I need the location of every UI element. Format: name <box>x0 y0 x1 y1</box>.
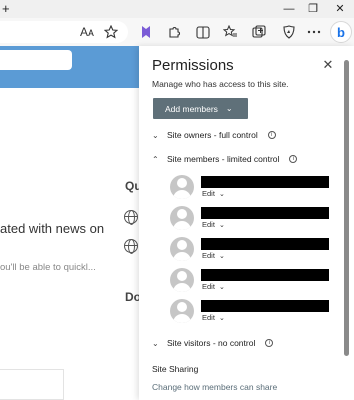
globe-icon <box>124 210 138 225</box>
permissions-panel: Permissions ✕ Manage who has access to t… <box>139 46 354 400</box>
site-sharing-link[interactable]: Change how members can share <box>152 382 277 392</box>
restore-button[interactable]: ❐ <box>306 1 320 17</box>
minimize-button[interactable]: — <box>282 1 296 17</box>
site-owners-label: Site owners - full control <box>167 130 258 140</box>
site-page: Qu ated with news on ou'll be able to qu… <box>0 46 139 400</box>
chevron-down-icon: ⌄ <box>218 315 225 322</box>
favorite-star-icon[interactable] <box>101 22 121 42</box>
permission-dropdown[interactable]: Edit ⌄ <box>202 313 225 322</box>
info-icon[interactable]: i <box>265 339 274 347</box>
site-header-banner <box>0 46 139 88</box>
browser-toolbar: Aᴀ <box>0 18 354 46</box>
permission-dropdown[interactable]: Edit ⌄ <box>202 251 225 260</box>
member-row: Edit ⌄ <box>170 203 330 233</box>
site-sharing-title: Site Sharing <box>152 364 199 374</box>
bing-icon: b <box>337 24 345 40</box>
site-owners-section[interactable]: ⌄ Site owners - full control i <box>152 130 276 140</box>
page-heading-fragment: ated with news on <box>0 221 105 236</box>
split-screen-icon[interactable] <box>193 22 213 42</box>
panel-scrollbar[interactable] <box>344 60 349 356</box>
redacted-name <box>201 176 329 188</box>
site-search-box[interactable] <box>0 50 72 70</box>
page-card <box>0 369 64 400</box>
site-visitors-section[interactable]: ⌄ Site visitors - no control i <box>152 338 274 348</box>
more-icon[interactable] <box>304 22 324 42</box>
close-icon[interactable]: ✕ <box>321 58 335 72</box>
permission-label: Edit <box>202 282 215 291</box>
globe-icon <box>124 239 138 254</box>
chevron-down-icon: ⌄ <box>218 284 225 291</box>
permission-dropdown[interactable]: Edit ⌄ <box>202 220 225 229</box>
collections-icon[interactable] <box>249 22 269 42</box>
read-aloud-icon[interactable]: Aᴀ <box>77 22 97 42</box>
chevron-down-icon: ⌄ <box>218 222 225 229</box>
title-bar: + — ❐ ✕ <box>0 0 354 18</box>
info-icon[interactable]: i <box>289 155 298 163</box>
add-members-label: Add members <box>165 103 218 114</box>
chevron-down-icon: ⌄ <box>152 130 159 140</box>
avatar <box>170 237 194 261</box>
redacted-name <box>201 207 329 219</box>
avatar <box>170 175 194 199</box>
page-section-fragment-q: Qu <box>125 179 139 193</box>
panel-title: Permissions <box>152 57 234 74</box>
extensions-puzzle-icon[interactable] <box>164 22 184 42</box>
avatar <box>170 206 194 230</box>
permission-dropdown[interactable]: Edit ⌄ <box>202 189 225 198</box>
member-row: Edit ⌄ <box>170 172 330 202</box>
info-icon[interactable]: i <box>267 131 276 139</box>
member-row: Edit ⌄ <box>170 265 330 295</box>
read-aloud-label: Aᴀ <box>80 25 94 39</box>
redacted-name <box>201 269 329 281</box>
new-tab-button[interactable]: + <box>2 1 10 17</box>
permission-label: Edit <box>202 189 215 198</box>
chevron-down-icon: ⌄ <box>218 253 225 260</box>
chevron-down-icon: ⌄ <box>218 191 225 198</box>
site-visitors-label: Site visitors - no control <box>167 338 256 348</box>
browser-essentials-icon[interactable] <box>279 22 299 42</box>
avatar <box>170 299 194 323</box>
member-row: Edit ⌄ <box>170 296 330 326</box>
chevron-down-icon: ⌄ <box>225 104 233 113</box>
favorites-icon[interactable] <box>220 22 240 42</box>
redacted-name <box>201 238 329 250</box>
site-members-section[interactable]: ⌃ Site members - limited control i <box>152 154 298 164</box>
extension-icon[interactable] <box>136 22 156 42</box>
bing-copilot-button[interactable]: b <box>330 21 352 43</box>
permission-label: Edit <box>202 251 215 260</box>
permission-label: Edit <box>202 220 215 229</box>
chevron-up-icon: ⌃ <box>152 154 159 164</box>
redacted-name <box>201 300 329 312</box>
permission-label: Edit <box>202 313 215 322</box>
add-members-button[interactable]: Add members ⌄ <box>153 98 248 119</box>
avatar <box>170 268 194 292</box>
page-subtext-fragment: ou'll be able to quickl... <box>0 262 96 273</box>
member-row: Edit ⌄ <box>170 234 330 264</box>
page-section-fragment-do: Do <box>125 290 139 304</box>
site-members-label: Site members - limited control <box>167 154 280 164</box>
panel-subtitle: Manage who has access to this site. <box>152 79 289 89</box>
chevron-down-icon: ⌄ <box>152 338 159 348</box>
permission-dropdown[interactable]: Edit ⌄ <box>202 282 225 291</box>
close-window-button[interactable]: ✕ <box>333 1 347 17</box>
